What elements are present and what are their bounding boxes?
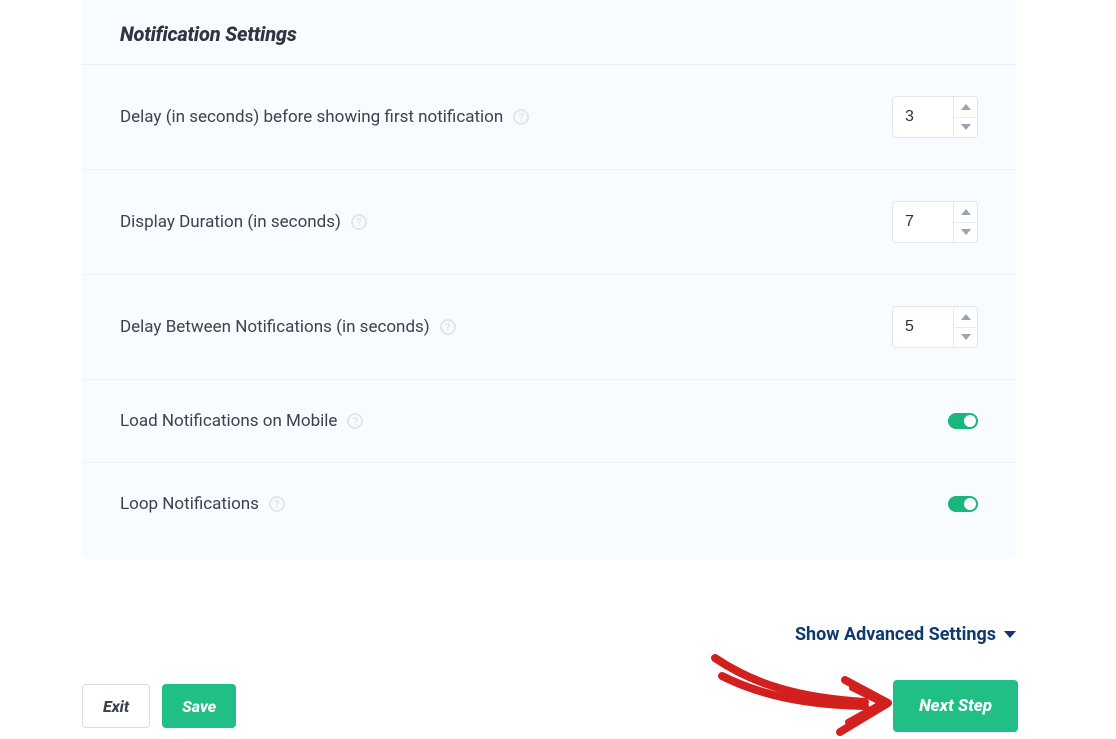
panel-title: Notification Settings [120,22,978,46]
settings-list: Delay (in seconds) before showing first … [82,65,1016,559]
help-icon[interactable] [269,496,285,512]
setting-row-delay-between: Delay Between Notifications (in seconds) [82,275,1016,380]
setting-label: Load Notifications on Mobile [120,411,363,431]
toggle-mobile[interactable] [948,413,978,429]
left-actions: Exit Save [82,684,236,728]
setting-label-text: Load Notifications on Mobile [120,411,337,431]
setting-label: Delay Between Notifications (in seconds) [120,317,456,337]
chevron-down-icon[interactable] [954,118,977,138]
number-input-delay-first[interactable] [892,96,978,138]
caret-down-icon [1004,631,1016,638]
number-field[interactable] [893,307,953,347]
chevron-up-icon[interactable] [954,97,977,118]
save-button[interactable]: Save [162,684,236,728]
number-field[interactable] [893,202,953,242]
setting-row-loop: Loop Notifications [82,463,1016,545]
spinner [953,307,977,347]
number-input-display-duration[interactable] [892,201,978,243]
setting-label-text: Display Duration (in seconds) [120,212,341,232]
chevron-down-icon[interactable] [954,328,977,348]
action-bar: Exit Save Next Step [82,680,1018,732]
spinner [953,202,977,242]
setting-label: Loop Notifications [120,494,285,514]
setting-label-text: Delay (in seconds) before showing first … [120,107,503,127]
toggle-loop[interactable] [948,496,978,512]
setting-label-text: Loop Notifications [120,494,259,514]
chevron-up-icon[interactable] [954,307,977,328]
setting-row-display-duration: Display Duration (in seconds) [82,170,1016,275]
chevron-up-icon[interactable] [954,202,977,223]
notification-settings-panel: Notification Settings Delay (in seconds)… [82,0,1016,559]
setting-label: Delay (in seconds) before showing first … [120,107,529,127]
exit-button[interactable]: Exit [82,684,150,728]
show-advanced-settings-link[interactable]: Show Advanced Settings [795,624,1016,645]
next-step-button[interactable]: Next Step [893,680,1018,732]
help-icon[interactable] [513,109,529,125]
spinner [953,97,977,137]
help-icon[interactable] [351,214,367,230]
panel-header: Notification Settings [82,0,1016,65]
number-field[interactable] [893,97,953,137]
setting-label: Display Duration (in seconds) [120,212,367,232]
setting-row-delay-first: Delay (in seconds) before showing first … [82,65,1016,170]
help-icon[interactable] [440,319,456,335]
advanced-link-text: Show Advanced Settings [795,624,996,645]
setting-label-text: Delay Between Notifications (in seconds) [120,317,430,337]
number-input-delay-between[interactable] [892,306,978,348]
chevron-down-icon[interactable] [954,223,977,243]
help-icon[interactable] [347,413,363,429]
setting-row-mobile: Load Notifications on Mobile [82,380,1016,463]
